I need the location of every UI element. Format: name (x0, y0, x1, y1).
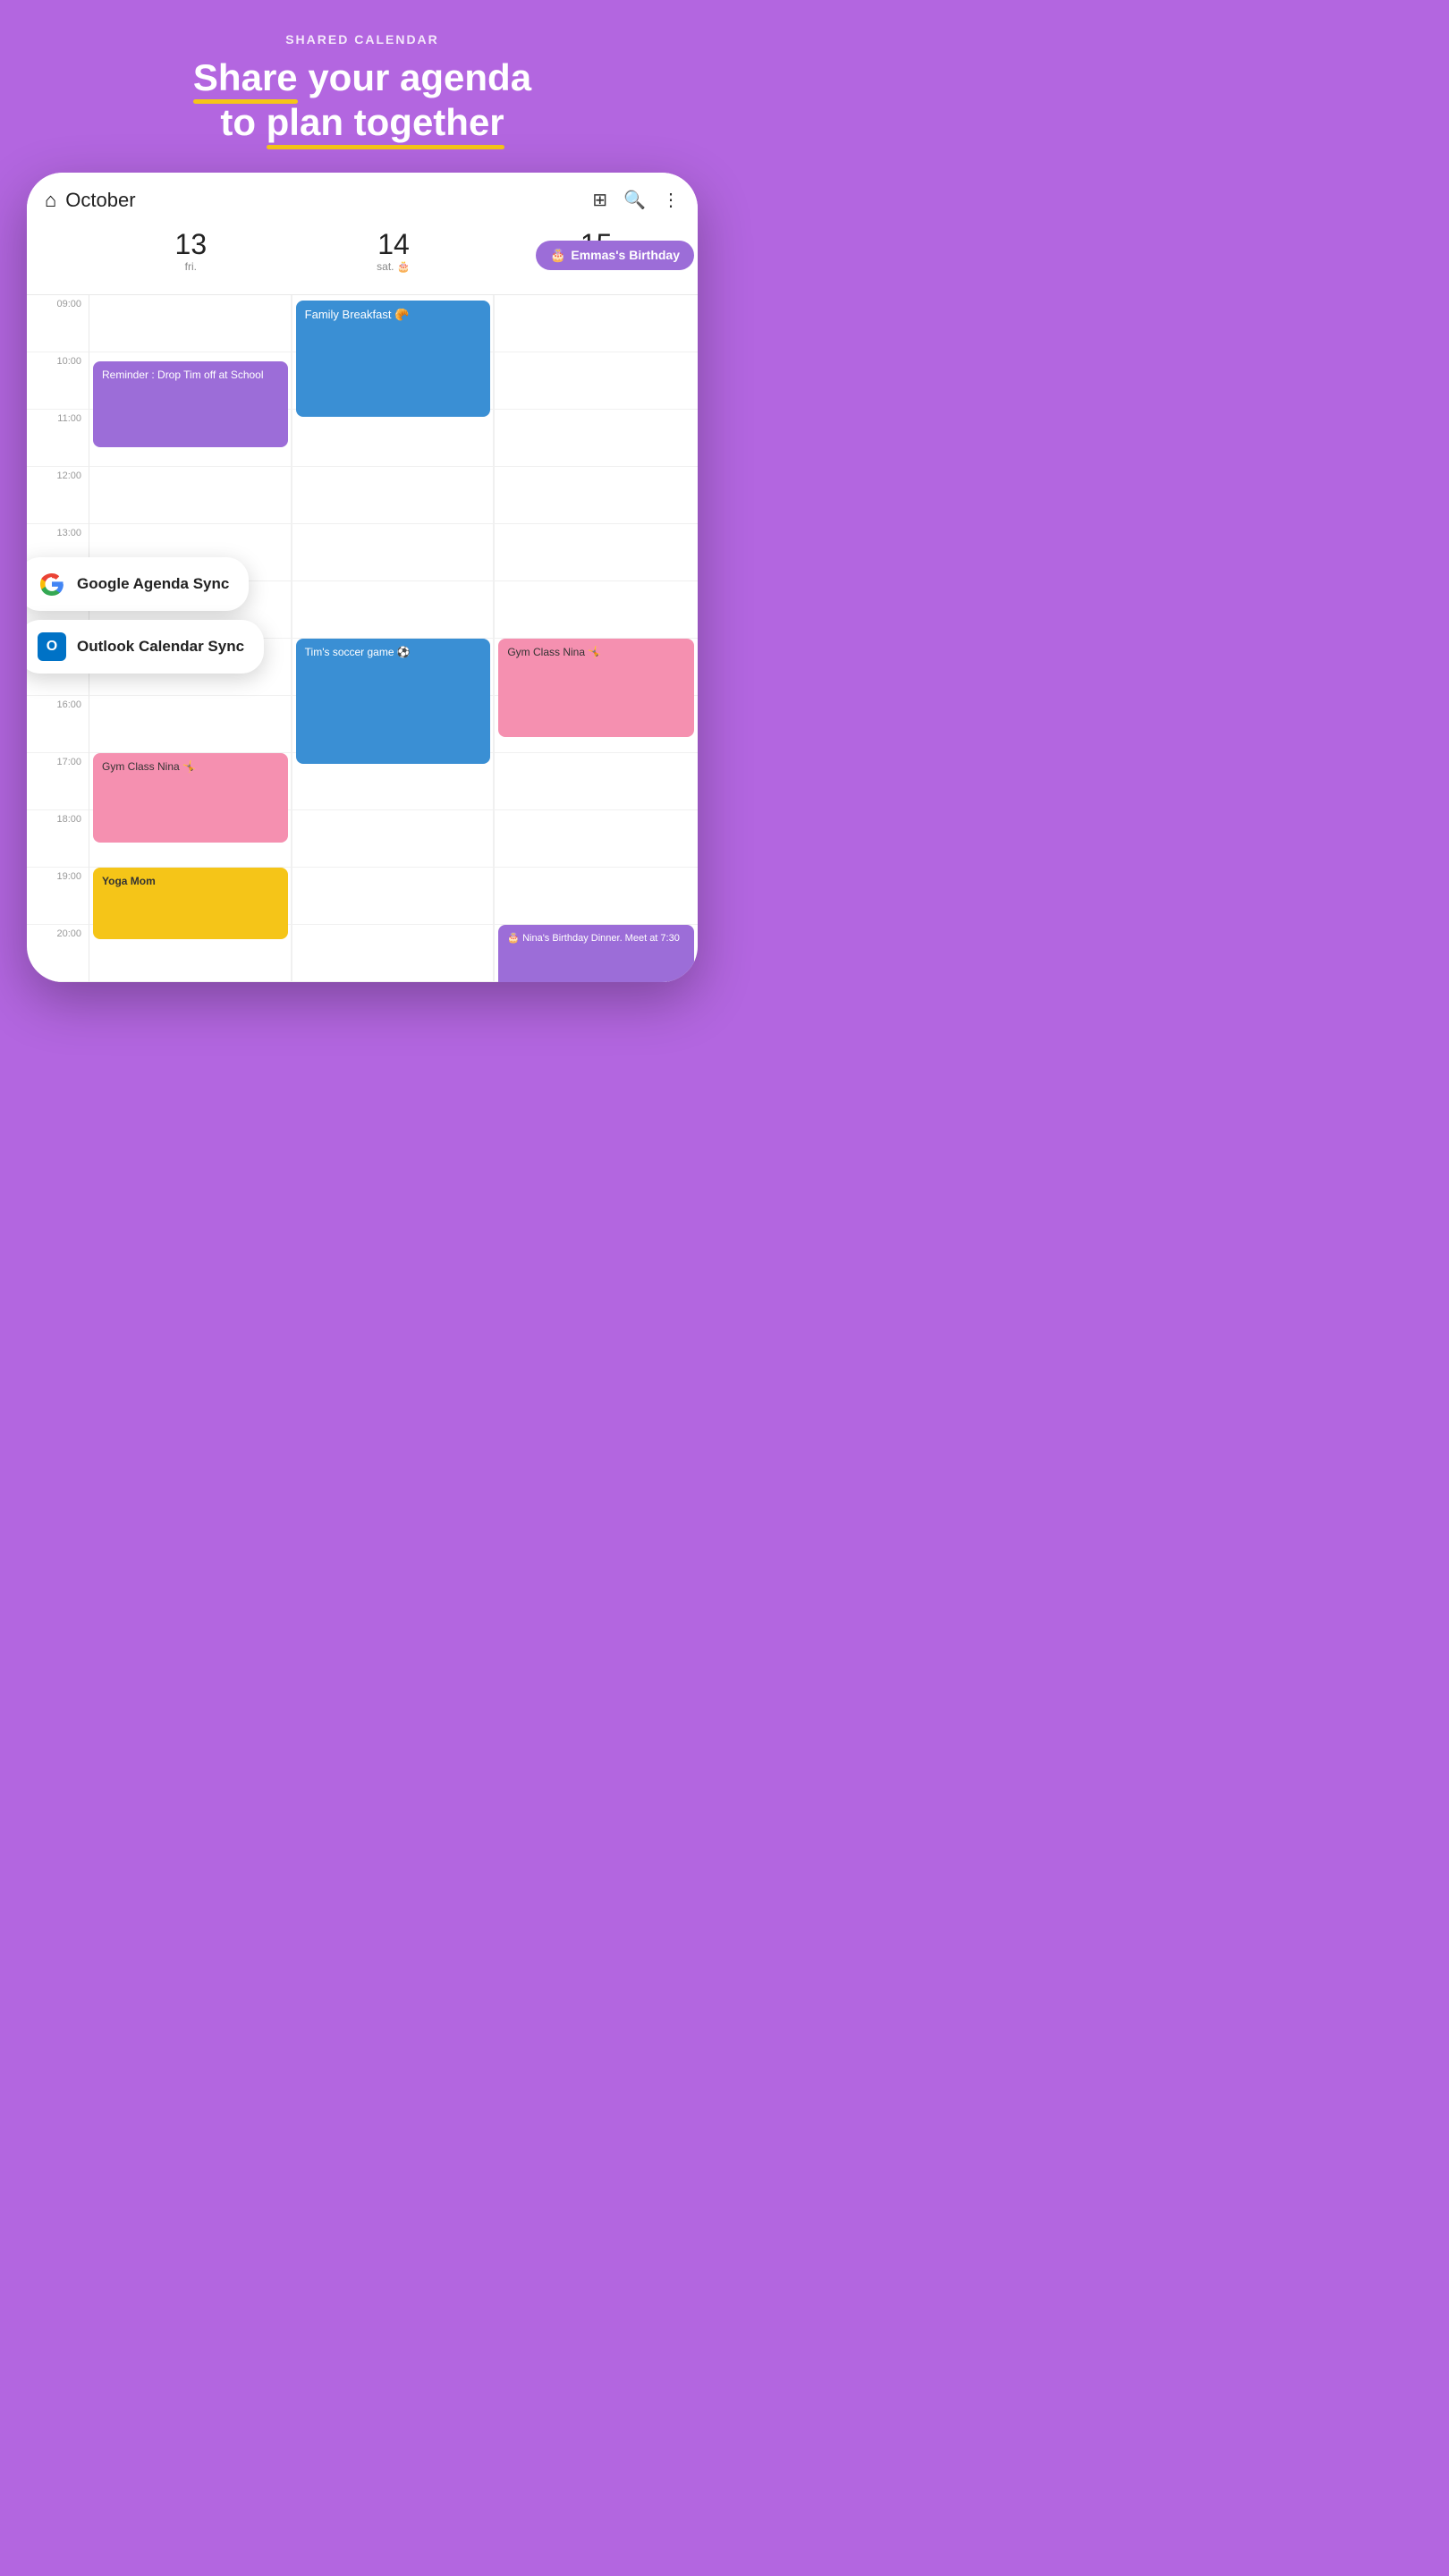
title-your-agenda: your agenda (298, 56, 531, 98)
event-family-breakfast-text: Family Breakfast 🥐 (305, 308, 410, 321)
app-header: ⌂ October ⊞ 🔍 ⋮ (27, 173, 698, 223)
event-nina-birthday-dinner-text: 🎂 Nina's Birthday Dinner. Meet at 7:30 (507, 933, 680, 944)
title-share: Share (193, 55, 298, 100)
home-icon[interactable]: ⌂ (45, 189, 56, 212)
search-icon[interactable]: 🔍 (623, 189, 646, 211)
event-yoga-mom[interactable]: Yoga Mom (93, 868, 288, 939)
time-12: 12:00 (27, 467, 89, 524)
saturday-column: Family Breakfast 🥐 Tim's soccer game ⚽ (292, 295, 496, 982)
date-cell-fri: 13 fri. (89, 223, 292, 294)
birthday-label: Emmas's Birthday (571, 248, 680, 262)
event-reminder[interactable]: Reminder : Drop Tim off at School (93, 361, 288, 447)
date-row: 13 fri. 14 sat. 🎂 15 sun. 🎂 Emmas's Birt… (27, 223, 698, 295)
event-reminder-text: Reminder : Drop Tim off at School (102, 369, 264, 381)
day-sat: sat. 🎂 (296, 260, 492, 273)
event-nina-birthday-dinner[interactable]: 🎂 Nina's Birthday Dinner. Meet at 7:30 (498, 925, 694, 982)
day-fri: fri. (93, 260, 289, 273)
outlook-sync-label: Outlook Calendar Sync (77, 638, 244, 656)
event-gym-nina-sun-text: Gym Class Nina 🤸 (507, 646, 601, 658)
app-header-right: ⊞ 🔍 ⋮ (592, 189, 680, 211)
header-section: SHARED CALENDAR Share your agenda to pla… (0, 0, 724, 164)
sunday-column: Gym Class Nina 🤸 🎂 Nina's Birthday Dinne… (495, 295, 698, 982)
title-to: to (220, 101, 266, 143)
event-tims-soccer-text: Tim's soccer game ⚽ (305, 646, 411, 658)
date-13: 13 (93, 230, 289, 258)
more-icon[interactable]: ⋮ (662, 189, 680, 211)
event-tims-soccer[interactable]: Tim's soccer game ⚽ (296, 639, 491, 764)
google-sync-label: Google Agenda Sync (77, 575, 229, 593)
event-gym-nina-fri[interactable]: Gym Class Nina 🤸 (93, 753, 288, 843)
outlook-icon: O (38, 632, 66, 661)
date-14: 14 (296, 230, 492, 258)
shared-calendar-label: SHARED CALENDAR (36, 32, 689, 47)
grid-icon[interactable]: ⊞ (592, 189, 607, 211)
time-19: 19:00 (27, 868, 89, 925)
event-gym-nina-sun[interactable]: Gym Class Nina 🤸 (498, 639, 694, 737)
time-09: 09:00 (27, 295, 89, 352)
event-gym-nina-fri-text: Gym Class Nina 🤸 (102, 760, 196, 773)
main-title: Share your agenda to plan together (36, 55, 689, 146)
date-cell-sat: 14 sat. 🎂 (292, 223, 496, 294)
time-20: 20:00 (27, 925, 89, 982)
google-sync-badge[interactable]: Google Agenda Sync (27, 557, 249, 611)
time-18: 18:00 (27, 810, 89, 868)
phone-mockup: ⌂ October ⊞ 🔍 ⋮ 13 fri. 14 sat. 🎂 15 sun… (27, 173, 698, 982)
birthday-badge: 🎂 Emmas's Birthday (536, 241, 694, 270)
time-11: 11:00 (27, 410, 89, 467)
birthday-emoji: 🎂 (550, 248, 565, 263)
time-16: 16:00 (27, 696, 89, 753)
app-header-left: ⌂ October (45, 189, 592, 212)
outlook-sync-badge[interactable]: O Outlook Calendar Sync (27, 620, 264, 674)
event-yoga-text: Yoga Mom (102, 875, 156, 887)
google-icon (38, 570, 66, 598)
time-10: 10:00 (27, 352, 89, 410)
time-17: 17:00 (27, 753, 89, 810)
event-family-breakfast[interactable]: Family Breakfast 🥐 (296, 301, 491, 417)
month-title: October (65, 189, 135, 212)
title-plan-together: plan together (267, 100, 504, 145)
